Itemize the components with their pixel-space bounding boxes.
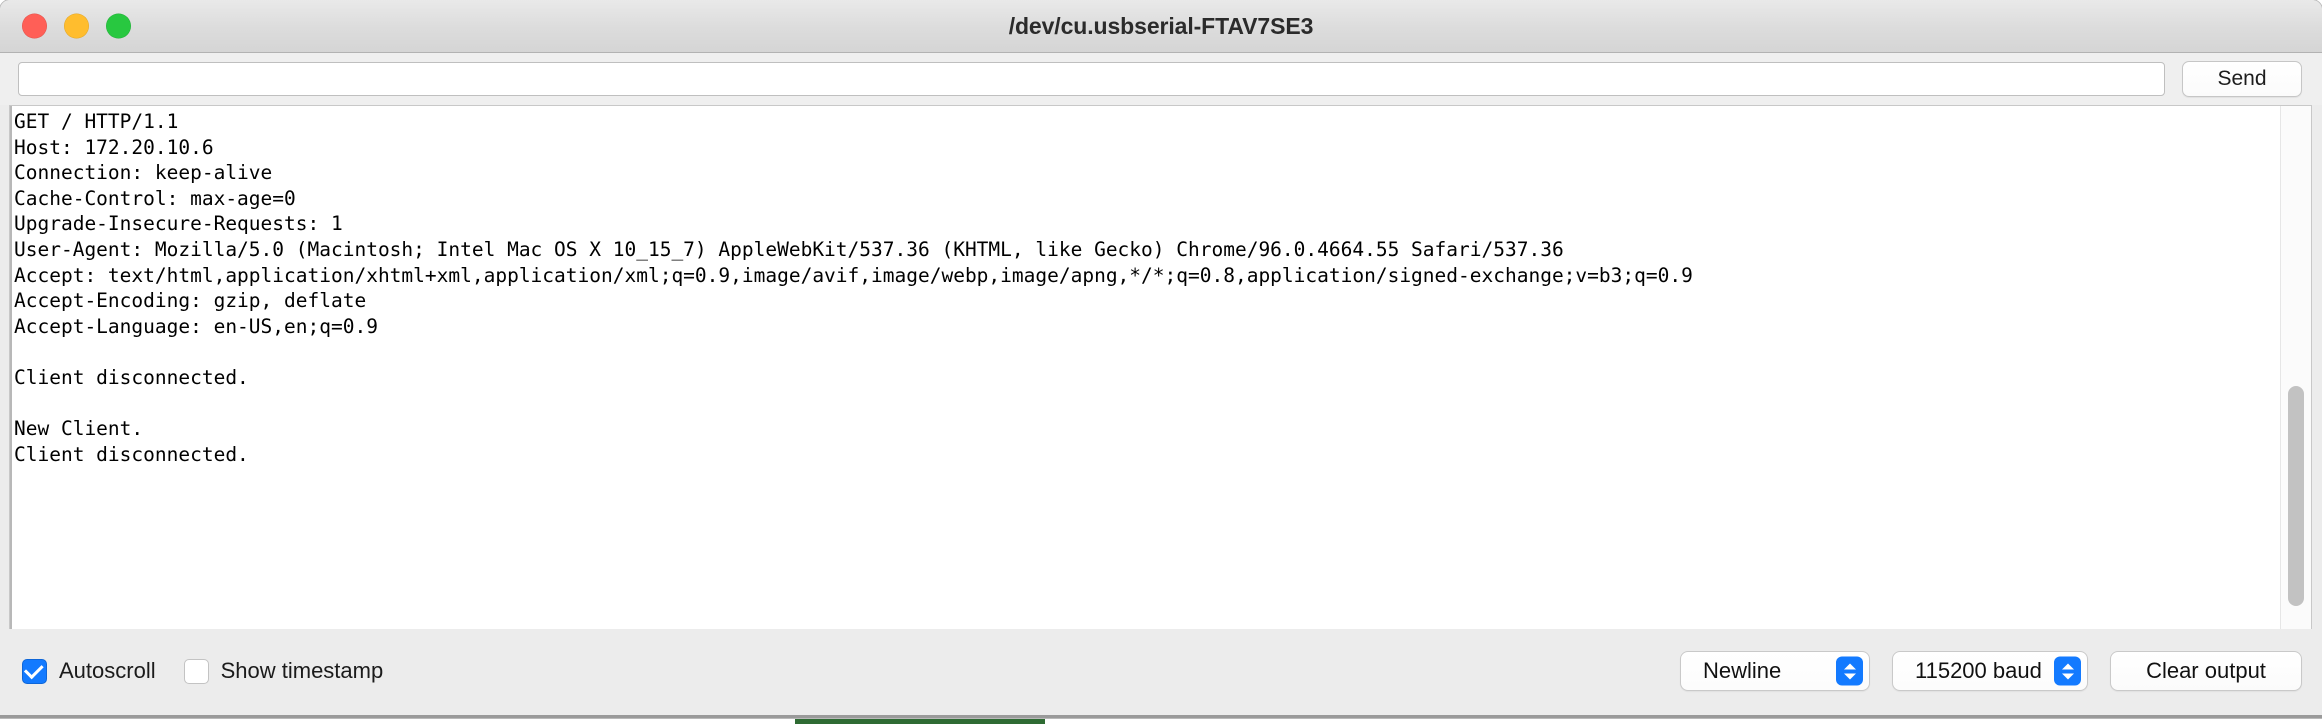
show-timestamp-checkbox[interactable]	[183, 658, 209, 684]
serial-monitor-window: /dev/cu.usbserial-FTAV7SE3 Send GET / HT…	[0, 0, 2322, 718]
output-scrollbar-thumb[interactable]	[2288, 386, 2304, 606]
send-button[interactable]: Send	[2182, 61, 2302, 97]
send-toolbar: Send	[0, 53, 2322, 105]
serial-output-panel[interactable]: GET / HTTP/1.1 Host: 172.20.10.6 Connect…	[9, 105, 2312, 629]
baud-rate-value: 115200 baud	[1915, 658, 2042, 683]
traffic-light-group	[22, 13, 131, 39]
output-scrollbar-track[interactable]	[2280, 106, 2311, 629]
line-ending-value: Newline	[1703, 658, 1782, 683]
chevron-down-icon	[1843, 673, 1856, 679]
chevron-updown-icon[interactable]	[1836, 656, 1863, 686]
show-timestamp-label: Show timestamp	[220, 658, 384, 683]
line-ending-select[interactable]: Newline	[1680, 651, 1870, 691]
window-bottom-edge	[0, 715, 2322, 718]
autoscroll-label: Autoscroll	[59, 658, 156, 683]
show-timestamp-checkbox-group[interactable]: Show timestamp	[183, 658, 384, 684]
window-title: /dev/cu.usbserial-FTAV7SE3	[1008, 12, 1314, 39]
autoscroll-checkbox[interactable]	[22, 658, 47, 684]
serial-send-input[interactable]	[18, 62, 2165, 96]
zoom-button-icon[interactable]	[106, 13, 131, 39]
chevron-updown-icon[interactable]	[2054, 656, 2081, 686]
monitor-footer: Autoscroll Show timestamp Newline 115200…	[0, 629, 2322, 718]
autoscroll-checkbox-group[interactable]: Autoscroll	[22, 658, 156, 684]
title-bar: /dev/cu.usbserial-FTAV7SE3	[0, 0, 2322, 53]
serial-output-text: GET / HTTP/1.1 Host: 172.20.10.6 Connect…	[14, 110, 1693, 466]
chevron-up-icon	[1843, 663, 1856, 669]
chevron-down-icon	[2061, 673, 2074, 679]
checkmark-icon	[23, 658, 44, 679]
minimize-button-icon[interactable]	[64, 13, 89, 39]
baud-rate-select[interactable]: 115200 baud	[1892, 651, 2088, 691]
clear-output-button[interactable]: Clear output	[2110, 651, 2302, 691]
chevron-up-icon	[2061, 663, 2074, 669]
console-left-gutter	[10, 106, 12, 629]
close-button-icon[interactable]	[22, 13, 47, 39]
